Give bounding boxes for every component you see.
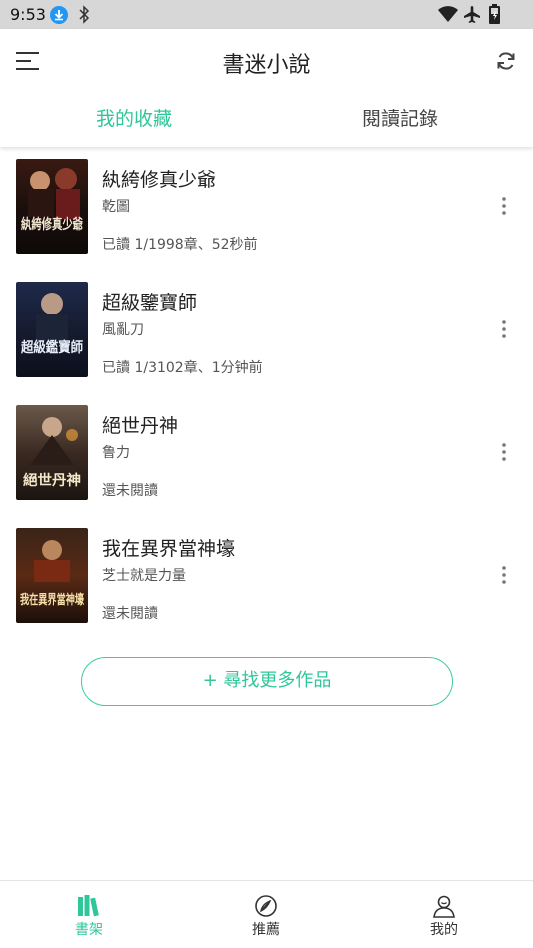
nav-item-bookshelf[interactable]: 書架 xyxy=(29,881,149,948)
find-more-button[interactable]: + 尋找更多作品 xyxy=(81,657,453,706)
profile-icon xyxy=(433,895,455,918)
more-options-icon[interactable] xyxy=(497,195,511,217)
more-options-icon[interactable] xyxy=(497,564,511,586)
bookshelf-icon xyxy=(78,895,99,917)
tab-reading-history[interactable]: 閱讀記錄 xyxy=(362,104,438,131)
bluetooth-icon xyxy=(79,5,90,24)
book-title: 絕世丹神 xyxy=(102,415,179,437)
nav-label-bookshelf: 書架 xyxy=(75,922,103,938)
battery-icon xyxy=(489,4,500,24)
book-title: 紈絝修真少爺 xyxy=(102,169,217,191)
book-item[interactable]: 絕世丹神 絕世丹神 鲁力 還未閱讀 xyxy=(0,405,533,528)
book-cover: 紈絝修真少爺 xyxy=(16,159,88,254)
cover-title: 絕世丹神 xyxy=(23,472,81,489)
reading-progress: 還未閱讀 xyxy=(102,483,158,499)
nav-label-recommend: 推薦 xyxy=(252,922,280,938)
book-author: 乾圖 xyxy=(102,199,130,215)
book-author: 風亂刀 xyxy=(102,322,144,338)
book-item[interactable]: 超級鑑寶師 超級鑒寶師 風亂刀 已讀 1/3102章、1分钟前 xyxy=(0,282,533,405)
bottom-nav: 書架 推薦 我的 xyxy=(0,880,533,948)
airplane-mode-icon xyxy=(464,6,480,23)
book-cover: 我在異界當神壕 xyxy=(16,528,88,623)
status-time: 9:53 xyxy=(10,5,46,24)
nav-item-profile[interactable]: 我的 xyxy=(384,881,504,948)
download-icon xyxy=(50,6,68,24)
wifi-icon xyxy=(438,6,458,22)
more-options-icon[interactable] xyxy=(497,318,511,340)
recommend-icon xyxy=(255,895,277,917)
book-item[interactable]: 我在異界當神壕 我在異界當神壕 芝士就是力量 還未閱讀 xyxy=(0,528,533,651)
nav-label-profile: 我的 xyxy=(430,922,458,938)
reading-progress: 還未閱讀 xyxy=(102,606,158,622)
cover-title: 超級鑑寶師 xyxy=(20,339,83,356)
more-options-icon[interactable] xyxy=(497,441,511,463)
reading-progress: 已讀 1/1998章、52秒前 xyxy=(102,237,258,253)
refresh-icon[interactable] xyxy=(495,50,517,72)
cover-title: 我在異界當神壕 xyxy=(20,592,85,608)
reading-progress: 已讀 1/3102章、1分钟前 xyxy=(102,360,263,376)
book-author: 鲁力 xyxy=(102,445,130,461)
page-title: 書迷小說 xyxy=(222,53,311,78)
book-item[interactable]: 紈絝修真少爺 紈絝修真少爺 乾圖 已讀 1/1998章、52秒前 xyxy=(0,159,533,282)
status-bar: 9:53 xyxy=(0,0,533,29)
book-cover: 絕世丹神 xyxy=(16,405,88,500)
cover-title: 紈絝修真少爺 xyxy=(21,216,84,233)
book-title: 超級鑒寶師 xyxy=(102,292,198,314)
nav-item-recommend[interactable]: 推薦 xyxy=(206,881,326,948)
book-cover: 超級鑑寶師 xyxy=(16,282,88,377)
book-author: 芝士就是力量 xyxy=(102,568,186,584)
tab-favorites[interactable]: 我的收藏 xyxy=(96,104,172,131)
book-title: 我在異界當神壕 xyxy=(102,538,236,560)
app-header: 書迷小說 我的收藏 閱讀記錄 xyxy=(0,29,533,147)
